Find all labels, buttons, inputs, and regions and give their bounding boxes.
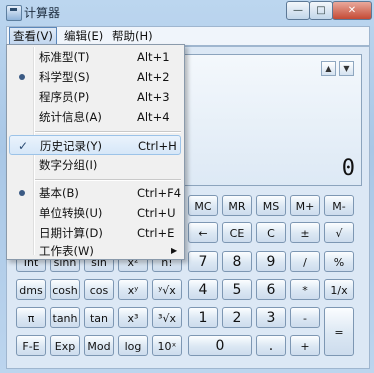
log-button[interactable]: log	[118, 335, 148, 356]
menu-item-statistics[interactable]: 统计信息(A) Alt+4	[9, 107, 181, 127]
multiply-button[interactable]: *	[290, 279, 320, 300]
digit-4-button[interactable]: 4	[188, 279, 218, 300]
menu-item-scientific[interactable]: 科学型(S) Alt+2	[9, 67, 181, 87]
calculator-window: 计算器 — □ ✕ 查看(V) 编辑(E) 帮助(H) ▲ ▼ 0 MC MR …	[0, 0, 374, 373]
menu-item-shortcut: Ctrl+H	[138, 139, 177, 153]
menu-item-label: 数字分组(I)	[39, 158, 98, 172]
c-button[interactable]: C	[256, 222, 286, 243]
digit-6-button[interactable]: 6	[256, 279, 286, 300]
m-plus-button[interactable]: M+	[290, 195, 320, 216]
cube-button[interactable]: x³	[118, 307, 148, 328]
mod-button[interactable]: Mod	[84, 335, 114, 356]
menu-bar: 查看(V) 编辑(E) 帮助(H)	[6, 26, 370, 46]
ce-button[interactable]: CE	[222, 222, 252, 243]
radio-selected-icon	[19, 190, 25, 196]
menu-item-label: 标准型(T)	[39, 50, 90, 64]
menu-item-label: 历史记录(Y)	[40, 139, 102, 153]
menu-item-label: 科学型(S)	[39, 70, 90, 84]
radio-selected-icon	[19, 74, 25, 80]
cube-root-button[interactable]: ³√x	[152, 307, 182, 328]
y-root-button[interactable]: ʸ√x	[152, 279, 182, 300]
digit-2-button[interactable]: 2	[222, 307, 252, 328]
digit-9-button[interactable]: 9	[256, 251, 286, 272]
menu-item-history[interactable]: ✓ 历史记录(Y) Ctrl+H	[9, 135, 181, 155]
menu-edit[interactable]: 编辑(E)	[61, 28, 106, 44]
checkmark-icon: ✓	[18, 139, 29, 153]
menu-item-label: 日期计算(D)	[39, 226, 103, 240]
menu-item-standard[interactable]: 标准型(T) Alt+1	[9, 47, 181, 67]
close-button[interactable]: ✕	[332, 1, 372, 20]
title-bar: 计算器 — □ ✕	[0, 0, 374, 24]
pi-button[interactable]: π	[16, 307, 46, 328]
display-value: 0	[341, 156, 355, 181]
menu-item-shortcut: Alt+3	[137, 90, 170, 104]
menu-item-date-calculation[interactable]: 日期计算(D) Ctrl+E	[9, 223, 181, 243]
tan-button[interactable]: tan	[84, 307, 114, 328]
history-scroll-up-button[interactable]: ▲	[321, 61, 336, 76]
menu-item-label: 单位转换(U)	[39, 206, 103, 220]
menu-view[interactable]: 查看(V)	[9, 27, 57, 45]
menu-item-label: 基本(B)	[39, 186, 79, 200]
digit-3-button[interactable]: 3	[256, 307, 286, 328]
submenu-arrow-icon: ▶	[171, 246, 178, 255]
menu-item-shortcut: Alt+1	[137, 50, 170, 64]
exp-button[interactable]: Exp	[50, 335, 80, 356]
backspace-button[interactable]: ←	[188, 222, 218, 243]
divide-button[interactable]: /	[290, 251, 320, 272]
ms-button[interactable]: MS	[256, 195, 286, 216]
ten-power-button[interactable]: 10ˣ	[152, 335, 182, 356]
maximize-button[interactable]: □	[309, 1, 333, 20]
mr-button[interactable]: MR	[222, 195, 252, 216]
fe-button[interactable]: F-E	[16, 335, 46, 356]
dms-button[interactable]: dms	[16, 279, 46, 300]
sqrt-button[interactable]: √	[324, 222, 354, 243]
power-button[interactable]: xʸ	[118, 279, 148, 300]
tanh-button[interactable]: tanh	[50, 307, 80, 328]
menu-separator	[35, 179, 181, 181]
percent-button[interactable]: %	[324, 251, 354, 272]
view-menu-dropdown: 标准型(T) Alt+1 科学型(S) Alt+2 程序员(P) Alt+3 统…	[6, 44, 185, 260]
menu-item-label: 统计信息(A)	[39, 110, 102, 124]
menu-item-shortcut: Alt+4	[137, 110, 170, 124]
sign-button[interactable]: ±	[290, 222, 320, 243]
calculator-app-icon	[6, 5, 22, 21]
menu-item-basic[interactable]: 基本(B) Ctrl+F4	[9, 183, 181, 203]
menu-item-unit-conversion[interactable]: 单位转换(U) Ctrl+U	[9, 203, 181, 223]
decimal-button[interactable]: .	[256, 335, 286, 356]
menu-separator	[35, 131, 181, 133]
menu-item-shortcut: Ctrl+U	[137, 206, 176, 220]
minimize-button[interactable]: —	[286, 1, 310, 20]
reciprocal-button[interactable]: 1/x	[324, 279, 354, 300]
digit-0-button[interactable]: 0	[188, 335, 252, 356]
digit-8-button[interactable]: 8	[222, 251, 252, 272]
menu-item-programmer[interactable]: 程序员(P) Alt+3	[9, 87, 181, 107]
history-scroll-down-button[interactable]: ▼	[339, 61, 354, 76]
digit-7-button[interactable]: 7	[188, 251, 218, 272]
menu-item-digit-grouping[interactable]: 数字分组(I)	[9, 155, 181, 175]
window-title: 计算器	[24, 6, 61, 20]
cosh-button[interactable]: cosh	[50, 279, 80, 300]
digit-5-button[interactable]: 5	[222, 279, 252, 300]
digit-1-button[interactable]: 1	[188, 307, 218, 328]
menu-help[interactable]: 帮助(H)	[109, 28, 156, 44]
subtract-button[interactable]: -	[290, 307, 320, 328]
add-button[interactable]: +	[290, 335, 320, 356]
menu-item-shortcut: Alt+2	[137, 70, 170, 84]
menu-item-worksheets[interactable]: 工作表(W) ▶	[9, 241, 181, 261]
menu-item-label: 工作表(W)	[39, 244, 94, 258]
cos-button[interactable]: cos	[84, 279, 114, 300]
mc-button[interactable]: MC	[188, 195, 218, 216]
menu-item-shortcut: Ctrl+F4	[137, 186, 182, 200]
menu-item-shortcut: Ctrl+E	[137, 226, 175, 240]
menu-item-label: 程序员(P)	[39, 90, 90, 104]
equals-button[interactable]: =	[324, 307, 354, 356]
m-minus-button[interactable]: M-	[324, 195, 354, 216]
